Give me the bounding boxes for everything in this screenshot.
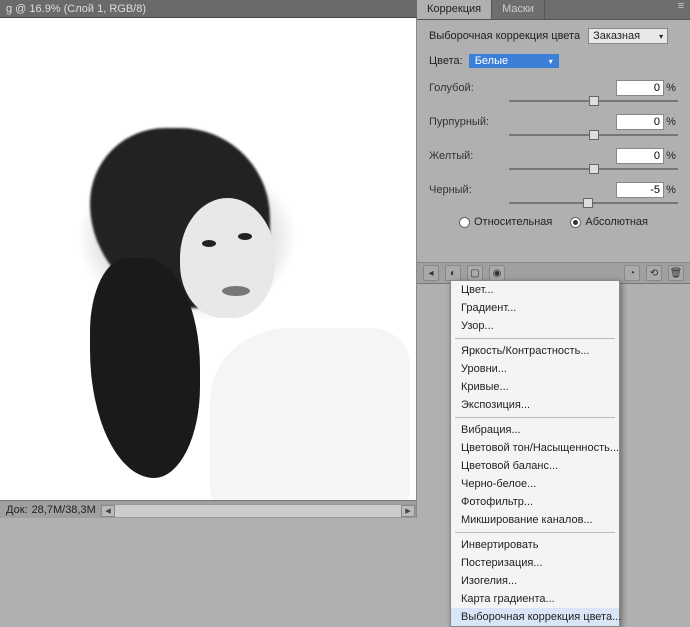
cyan-input[interactable] bbox=[616, 80, 664, 96]
colors-value: Белые bbox=[475, 55, 508, 67]
menu-balance[interactable]: Цветовой баланс... bbox=[451, 457, 619, 475]
preset-value: Заказная bbox=[593, 30, 640, 42]
yellow-label: Желтый: bbox=[429, 150, 509, 162]
panel-tabs: Коррекция Маски ≡ bbox=[417, 0, 690, 20]
menu-color[interactable]: Цвет... bbox=[451, 281, 619, 299]
menu-hue[interactable]: Цветовой тон/Насыщенность... bbox=[451, 439, 619, 457]
document-image bbox=[0, 18, 416, 508]
menu-divider bbox=[455, 417, 615, 418]
menu-gradient[interactable]: Градиент... bbox=[451, 299, 619, 317]
menu-photofilter[interactable]: Фотофильтр... bbox=[451, 493, 619, 511]
image-content bbox=[90, 258, 200, 478]
pct-label: % bbox=[664, 82, 678, 94]
panel-menu-icon[interactable]: ≡ bbox=[672, 0, 690, 19]
cyan-label: Голубой: bbox=[429, 82, 509, 94]
cyan-slider[interactable] bbox=[509, 100, 678, 102]
preset-dropdown[interactable]: Заказная ▾ bbox=[588, 28, 668, 44]
menu-invert[interactable]: Инвертировать bbox=[451, 536, 619, 554]
tab-masks[interactable]: Маски bbox=[492, 0, 545, 19]
menu-gradmap[interactable]: Карта градиента... bbox=[451, 590, 619, 608]
colors-label: Цвета: bbox=[429, 55, 463, 67]
tab-correction[interactable]: Коррекция bbox=[417, 0, 492, 19]
relative-label: Относительная bbox=[474, 216, 552, 228]
yellow-input[interactable] bbox=[616, 148, 664, 164]
radio-icon bbox=[459, 217, 470, 228]
adjustment-context-menu: Цвет... Градиент... Узор... Яркость/Конт… bbox=[450, 280, 620, 627]
black-slider[interactable] bbox=[509, 202, 678, 204]
back-arrow-icon[interactable]: ◂ bbox=[423, 265, 439, 281]
slider-thumb[interactable] bbox=[589, 164, 599, 174]
image-content bbox=[180, 198, 275, 318]
colors-dropdown[interactable]: Белые ▾ bbox=[469, 54, 559, 68]
magenta-slider[interactable] bbox=[509, 134, 678, 136]
menu-pattern[interactable]: Узор... bbox=[451, 317, 619, 335]
clip-icon[interactable]: ◔ bbox=[624, 265, 640, 281]
trash-icon[interactable]: 🗑 bbox=[668, 265, 684, 281]
pct-label: % bbox=[664, 150, 678, 162]
slider-thumb[interactable] bbox=[589, 130, 599, 140]
chevron-down-icon: ▾ bbox=[659, 32, 663, 41]
method-relative[interactable]: Относительная bbox=[459, 216, 552, 228]
adjustment-icon[interactable]: ◐ bbox=[445, 265, 461, 281]
canvas-area[interactable]: Док: 28,7M/38,3M | ▸ ◂ ▸ bbox=[0, 18, 417, 518]
black-input[interactable] bbox=[616, 182, 664, 198]
menu-exposure[interactable]: Экспозиция... bbox=[451, 396, 619, 414]
black-label: Черный: bbox=[429, 184, 509, 196]
magenta-label: Пурпурный: bbox=[429, 116, 509, 128]
mask-icon[interactable]: ▢ bbox=[467, 265, 483, 281]
pct-label: % bbox=[664, 116, 678, 128]
menu-vibrance[interactable]: Вибрация... bbox=[451, 421, 619, 439]
reset-icon[interactable]: ⟲ bbox=[646, 265, 662, 281]
status-bar: Док: 28,7M/38,3M | ▸ ◂ ▸ bbox=[0, 500, 416, 518]
menu-posterize[interactable]: Постеризация... bbox=[451, 554, 619, 572]
yellow-slider[interactable] bbox=[509, 168, 678, 170]
magenta-input[interactable] bbox=[616, 114, 664, 130]
pct-label: % bbox=[664, 184, 678, 196]
menu-selective-color[interactable]: Выборочная коррекция цвета... bbox=[451, 608, 619, 626]
adjustment-panel: Выборочная коррекция цвета Заказная ▾ Цв… bbox=[417, 20, 690, 236]
scroll-left-arrow[interactable]: ◂ bbox=[101, 505, 115, 517]
menu-bw[interactable]: Черно-белое... bbox=[451, 475, 619, 493]
image-content bbox=[202, 240, 216, 247]
absolute-label: Абсолютная bbox=[585, 216, 648, 228]
menu-divider bbox=[455, 532, 615, 533]
adjustment-title: Выборочная коррекция цвета bbox=[429, 30, 580, 42]
visibility-icon[interactable]: ◉ bbox=[489, 265, 505, 281]
image-content bbox=[210, 328, 410, 508]
slider-thumb[interactable] bbox=[589, 96, 599, 106]
menu-threshold[interactable]: Изогелия... bbox=[451, 572, 619, 590]
menu-levels[interactable]: Уровни... bbox=[451, 360, 619, 378]
doc-size: 28,7M/38,3M bbox=[32, 504, 96, 516]
radio-icon bbox=[570, 217, 581, 228]
image-content bbox=[222, 286, 250, 296]
method-absolute[interactable]: Абсолютная bbox=[570, 216, 648, 228]
chevron-down-icon: ▾ bbox=[549, 57, 553, 66]
doc-label: Док: bbox=[6, 504, 28, 516]
horizontal-scrollbar[interactable]: ◂ ▸ bbox=[100, 504, 416, 518]
menu-brightness[interactable]: Яркость/Контрастность... bbox=[451, 342, 619, 360]
menu-mixer[interactable]: Микширование каналов... bbox=[451, 511, 619, 529]
image-content bbox=[238, 233, 252, 240]
menu-curves[interactable]: Кривые... bbox=[451, 378, 619, 396]
scroll-right-arrow[interactable]: ▸ bbox=[401, 505, 415, 517]
menu-divider bbox=[455, 338, 615, 339]
slider-thumb[interactable] bbox=[583, 198, 593, 208]
